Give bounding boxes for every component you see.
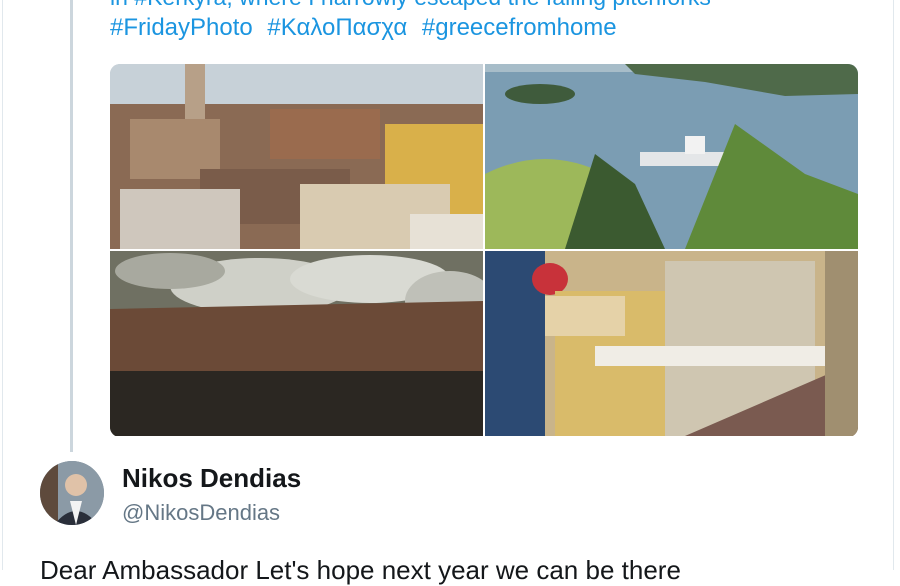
hashtag-kalopasxa-link[interactable]: #ΚαλοΠασχα (267, 14, 407, 41)
hashtag-fridayphoto-link[interactable]: #FridayPhoto (110, 14, 253, 41)
photo-town-rooftops[interactable] (110, 64, 483, 249)
quote-thread-line (70, 0, 73, 452)
author-handle[interactable]: @NikosDendias (122, 500, 280, 526)
author-avatar[interactable] (40, 461, 104, 525)
photo-street-crowd[interactable] (485, 251, 858, 436)
photo-harbor-islet[interactable] (485, 64, 858, 249)
tweet-text: Dear Ambassador Let's hope next year we … (40, 555, 681, 585)
hashtag-row: #FridayPhoto #ΚαλοΠασχα #greecefromhome (110, 14, 625, 42)
hashtag-greecefromhome-link[interactable]: #greecefromhome (422, 14, 617, 41)
quoted-tweet-text: in #Kerkyra, where I narrowly escaped th… (110, 0, 870, 11)
photo-smoke-rooftop[interactable] (110, 251, 483, 436)
author-name[interactable]: Nikos Dendias (122, 463, 301, 494)
photo-grid (110, 64, 858, 437)
